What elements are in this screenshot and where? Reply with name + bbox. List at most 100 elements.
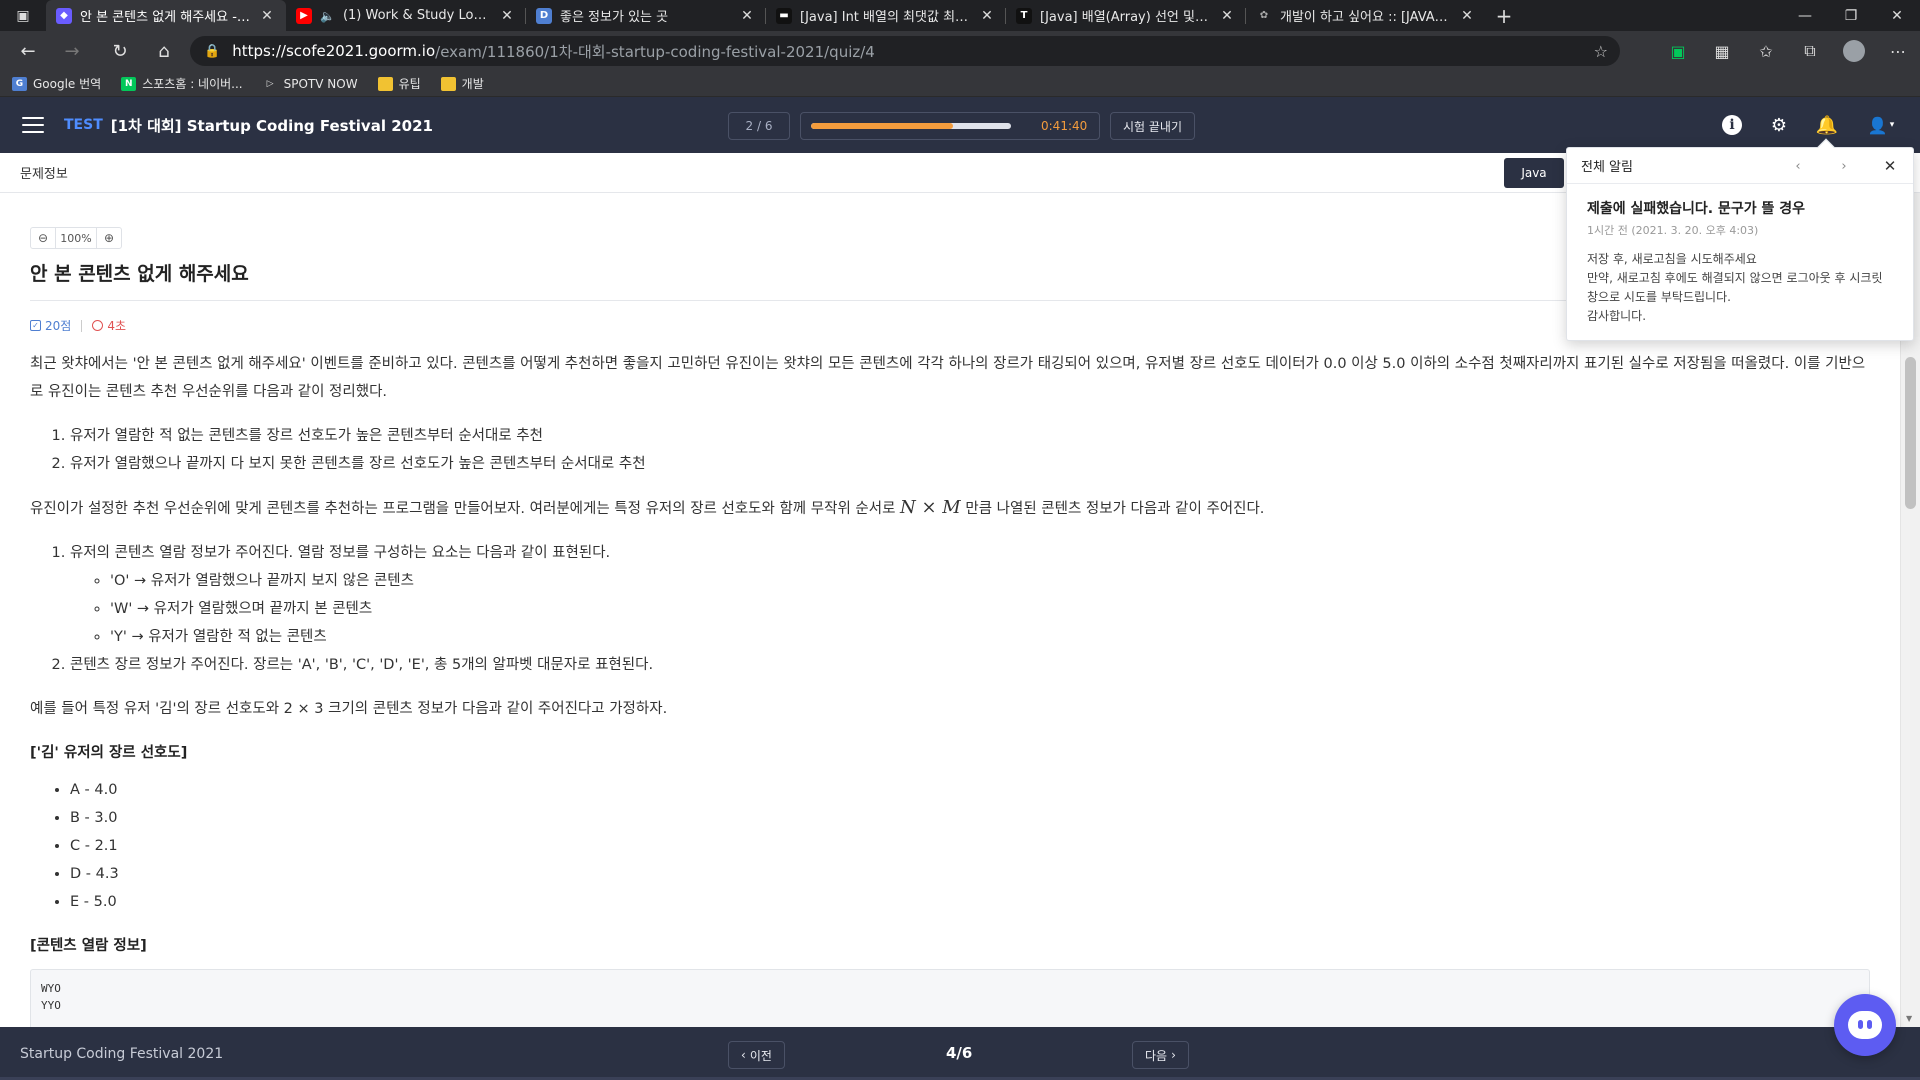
tab-title: [Java] 배열(Array) 선언 및 초기화 [1040, 10, 1210, 25]
chat-icon [1848, 1011, 1882, 1039]
blog-favicon-icon: T [1016, 7, 1032, 24]
code-block: WYO YYO [30, 969, 1870, 1027]
scrollbar-thumb[interactable] [1905, 357, 1916, 509]
favorite-star-icon[interactable]: ☆ [1594, 42, 1608, 61]
prev-button[interactable]: ‹ 이전 [728, 1041, 785, 1069]
chevron-right-icon: › [1171, 1048, 1176, 1062]
user-menu-icon[interactable]: 👤 ▾ [1864, 114, 1898, 136]
chevron-right-icon[interactable]: › [1821, 159, 1867, 174]
exam-progress: 2 / 6 0:41:40 시험 끝내기 [728, 112, 1196, 140]
collections-icon[interactable]: ⧉ [1788, 41, 1832, 61]
zoom-out-icon[interactable]: ⊖ [31, 228, 55, 248]
extension-green-icon[interactable]: ▣ [1656, 42, 1700, 61]
bookmarks-bar: G Google 번역 N 스포츠홈 : 네이버... ▷ SPOTV NOW … [0, 71, 1920, 97]
bookmark-spotv[interactable]: ▷ SPOTV NOW [263, 77, 358, 91]
youtube-favicon-icon: ▶ [296, 7, 312, 24]
preference-item: D - 4.3 [70, 860, 1870, 888]
forward-icon[interactable]: → [52, 31, 92, 71]
bookmark-label: 유팁 [398, 77, 421, 91]
new-tab-icon[interactable]: + [1486, 0, 1522, 31]
d-favicon-icon: D [536, 7, 552, 24]
restore-icon[interactable]: ❐ [1828, 0, 1874, 31]
time-limit-badge: 4초 [92, 317, 126, 334]
math-n-times-m: N × M [900, 497, 961, 518]
lock-icon[interactable]: 🔒 [204, 44, 220, 59]
chat-support-button[interactable] [1834, 994, 1896, 1056]
next-button[interactable]: 다음 › [1132, 1041, 1189, 1069]
bookmark-naver-sports[interactable]: N 스포츠홈 : 네이버... [121, 75, 243, 92]
close-icon[interactable]: ✕ [498, 8, 516, 24]
tab-actions-icon[interactable]: ▣ [0, 0, 46, 31]
favorites-icon[interactable]: ✩ [1744, 42, 1788, 61]
preference-item: E - 5.0 [70, 888, 1870, 916]
close-icon[interactable]: ✕ [1458, 8, 1476, 24]
input-item: 콘텐츠 장르 정보가 주어진다. 장르는 'A', 'B', 'C', 'D',… [70, 651, 1870, 679]
more-icon[interactable]: ⋯ [1876, 42, 1920, 61]
browser-tab-4[interactable]: T [Java] 배열(Array) 선언 및 초기화 ✕ [1006, 0, 1246, 31]
address-bar-row: ← → ↻ ⌂ 🔒 https://scofe2021.goorm.io /ex… [0, 31, 1920, 71]
browser-tab-0[interactable]: ◆ 안 본 콘텐츠 없게 해주세요 - [1차 ✕ [46, 0, 286, 31]
header-icons: i ⚙ 🔔 👤 ▾ [1722, 97, 1898, 153]
profile-icon[interactable] [1832, 40, 1876, 62]
test-label: TEST [64, 117, 103, 133]
bookmark-label: Google 번역 [33, 77, 102, 91]
notification-bell-icon[interactable]: 🔔 [1816, 114, 1838, 136]
close-icon[interactable]: ✕ [978, 8, 996, 24]
url-host: https://scofe2021.goorm.io [232, 42, 436, 60]
input-list: 유저의 콘텐츠 열람 정보가 주어진다. 열람 정보를 구성하는 요소는 다음과… [30, 539, 1870, 679]
close-icon[interactable]: ✕ [1867, 157, 1913, 175]
chevron-left-icon: ‹ [741, 1048, 746, 1062]
reload-icon[interactable]: ↻ [100, 31, 140, 71]
zoom-in-icon[interactable]: ⊕ [97, 228, 121, 248]
speaker-icon[interactable]: 🔈 [320, 9, 335, 23]
view-state-list: 'O' → 유저가 열람했으나 끝까지 보지 않은 콘텐츠 'W' → 유저가 … [70, 567, 1870, 651]
end-exam-button[interactable]: 시험 끝내기 [1110, 112, 1196, 140]
extension-icons: ▣ ▦ ✩ ⧉ ⋯ [1656, 31, 1920, 71]
window-close-icon[interactable]: ✕ [1874, 0, 1920, 31]
preference-item: B - 3.0 [70, 804, 1870, 832]
menu-icon[interactable] [22, 117, 44, 133]
info-icon[interactable]: i [1722, 115, 1742, 135]
extension-icon[interactable]: ▦ [1700, 42, 1744, 61]
priority-item: 유저가 열람했으나 끝까지 다 보지 못한 콘텐츠를 장르 선호도가 높은 콘텐… [70, 450, 1870, 478]
prev-label: 이전 [749, 1048, 772, 1063]
chevron-left-icon[interactable]: ‹ [1775, 159, 1821, 174]
bookmark-google-translate[interactable]: G Google 번역 [12, 75, 101, 92]
exam-title: [1차 대회] Startup Coding Festival 2021 [110, 116, 433, 135]
close-icon[interactable]: ✕ [258, 8, 276, 24]
home-icon[interactable]: ⌂ [144, 31, 184, 71]
notification-panel: 전체 알림 ‹ › ✕ 제출에 실패했습니다. 문구가 뜰 경우 1시간 전 (… [1566, 138, 1914, 341]
scroll-down-icon[interactable]: ▼ [1906, 1014, 1912, 1023]
minimize-icon[interactable]: — [1782, 0, 1828, 31]
code-line: YYO [41, 999, 61, 1012]
view-state-item: 'O' → 유저가 열람했으나 끝까지 보지 않은 콘텐츠 [110, 567, 1870, 595]
preference-item: A - 4.0 [70, 776, 1870, 804]
back-icon[interactable]: ← [8, 31, 48, 71]
priority-item: 유저가 열람한 적 없는 콘텐츠를 장르 선호도가 높은 콘텐츠부터 순서대로 … [70, 422, 1870, 450]
preference-list: A - 4.0 B - 3.0 C - 2.1 D - 4.3 E - 5.0 [30, 776, 1870, 916]
language-select[interactable]: Java [1504, 158, 1564, 188]
notification-header-title: 전체 알림 [1581, 160, 1633, 175]
checkbox-icon: ✓ [30, 320, 41, 331]
url-field[interactable]: 🔒 https://scofe2021.goorm.io /exam/11186… [190, 36, 1620, 66]
program-desc-before: 유진이가 설정한 추천 우선순위에 맞게 콘텐츠를 추천하는 프로그램을 만들어… [30, 501, 896, 517]
close-icon[interactable]: ✕ [738, 8, 756, 24]
tab-title: 개발이 하고 싶어요 :: [JAVA] Arra [1280, 10, 1450, 25]
score-badge: ✓ 20점 [30, 317, 71, 334]
browser-tab-2[interactable]: D 좋은 정보가 있는 곳 ✕ [526, 0, 766, 31]
example-intro: 예를 들어 특정 유저 '김'의 장르 선호도와 2 × 3 크기의 콘텐츠 정… [30, 701, 668, 717]
bookmark-folder-utip[interactable]: 유팁 [377, 75, 421, 92]
timer-text: 0:41:40 [1041, 119, 1088, 133]
next-label: 다음 [1145, 1048, 1168, 1063]
timer: 0:41:40 [800, 112, 1100, 140]
settings-gear-icon[interactable]: ⚙ [1768, 114, 1790, 136]
browser-tab-5[interactable]: ✿ 개발이 하고 싶어요 :: [JAVA] Arra ✕ [1246, 0, 1486, 31]
browser-tab-1[interactable]: ▶ 🔈 (1) Work & Study Lofi Jazz · ... ✕ [286, 0, 526, 31]
tab-title: 안 본 콘텐츠 없게 해주세요 - [1차 [80, 10, 250, 25]
browser-tab-3[interactable]: ▬ [Java] Int 배열의 최댓값 최소값 ✕ [766, 0, 1006, 31]
problem-info-tab[interactable]: 문제정보 [20, 163, 68, 182]
time-limit-text: 4초 [107, 319, 126, 333]
close-icon[interactable]: ✕ [1218, 8, 1236, 24]
notification-header: 전체 알림 ‹ › ✕ [1567, 148, 1913, 184]
bookmark-folder-dev[interactable]: 개발 [440, 75, 484, 92]
